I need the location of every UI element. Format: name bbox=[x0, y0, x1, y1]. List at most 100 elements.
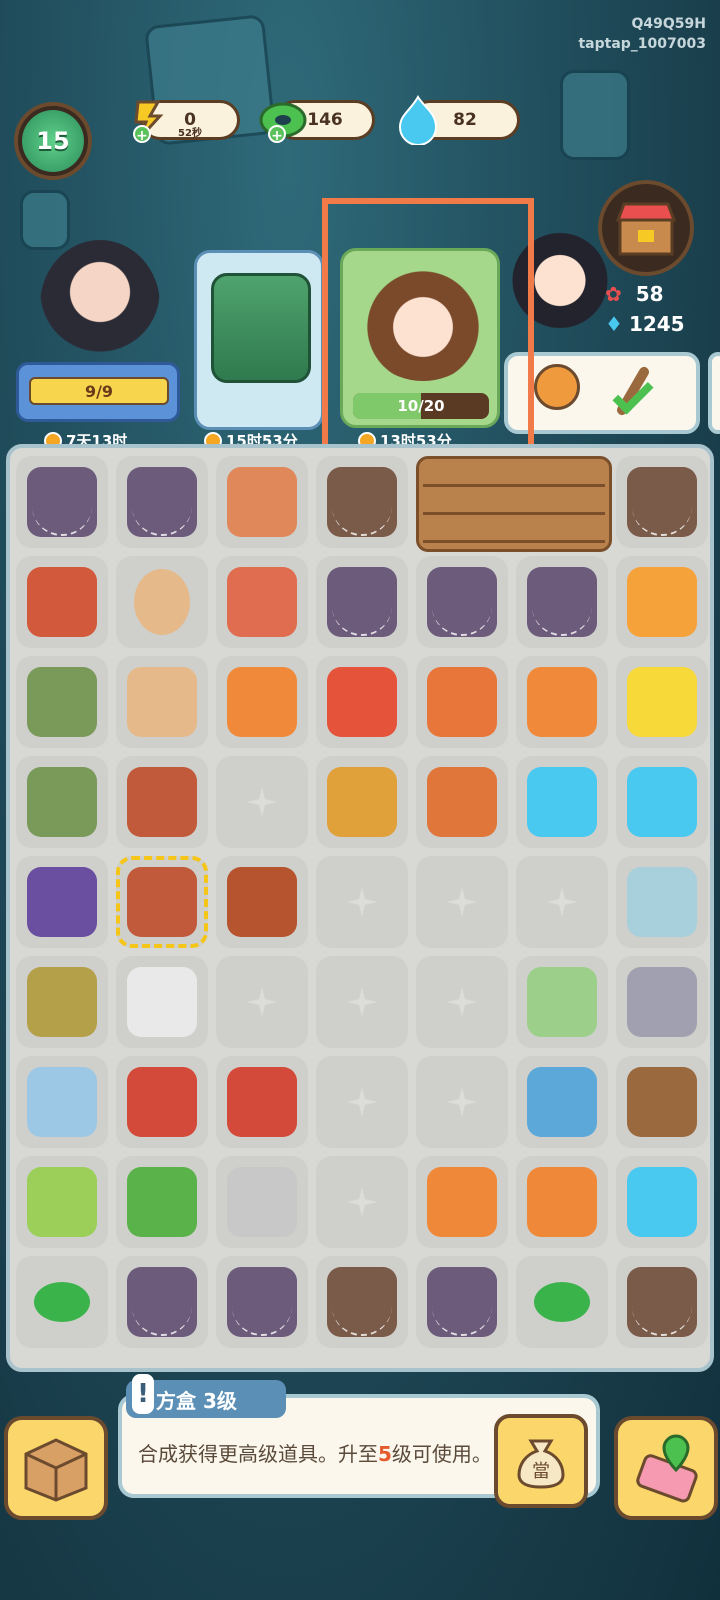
cabinet-icon bbox=[27, 967, 97, 1037]
empty-cell[interactable] bbox=[416, 956, 508, 1048]
board-cell[interactable] bbox=[616, 756, 708, 848]
money-bag-icon bbox=[527, 1167, 597, 1237]
order-card-partial[interactable] bbox=[708, 352, 720, 434]
whisk-icon bbox=[27, 1167, 97, 1237]
board-cell[interactable] bbox=[516, 1156, 608, 1248]
board-cell[interactable] bbox=[16, 956, 108, 1048]
coin-counter[interactable]: + 146 bbox=[259, 100, 375, 144]
box-selected-icon bbox=[127, 867, 197, 937]
shop-roses: ✿ 58 bbox=[605, 282, 664, 306]
watermark-line2: taptap_1007003 bbox=[578, 36, 706, 52]
board-cell[interactable] bbox=[616, 656, 708, 748]
board-cell[interactable] bbox=[316, 756, 408, 848]
board-cell[interactable] bbox=[16, 1256, 108, 1348]
empty-cell[interactable] bbox=[316, 856, 408, 948]
coin-icon bbox=[534, 1282, 590, 1322]
board-cell[interactable] bbox=[116, 456, 208, 548]
sell-button[interactable]: 當 bbox=[494, 1414, 588, 1508]
board-cell[interactable] bbox=[616, 956, 708, 1048]
board-cell[interactable] bbox=[516, 556, 608, 648]
board-cell[interactable] bbox=[216, 1156, 308, 1248]
bamboo-icon bbox=[127, 1167, 197, 1237]
board-cell[interactable] bbox=[216, 1056, 308, 1148]
board-cell[interactable] bbox=[516, 756, 608, 848]
energy-counter[interactable]: + 0 52秒 bbox=[133, 100, 240, 144]
treasure-cauldron-icon bbox=[211, 273, 311, 383]
empty-cell[interactable] bbox=[316, 1056, 408, 1148]
board-cell[interactable] bbox=[116, 556, 208, 648]
board-cell[interactable] bbox=[416, 756, 508, 848]
flame-icon bbox=[527, 767, 597, 837]
board-cell[interactable] bbox=[116, 1156, 208, 1248]
empty-cell[interactable] bbox=[416, 1056, 508, 1148]
board-cell[interactable] bbox=[616, 1056, 708, 1148]
board-cell[interactable] bbox=[16, 456, 108, 548]
seedling-pot-icon bbox=[227, 467, 297, 537]
coin-value: 146 bbox=[307, 110, 343, 130]
flame-value: 82 bbox=[453, 110, 477, 130]
board-cell[interactable] bbox=[16, 1056, 108, 1148]
item-info-description: 合成获得更高级道具。升至5级可使用。 bbox=[138, 1442, 492, 1466]
board-cell[interactable] bbox=[116, 956, 208, 1048]
board-cell[interactable] bbox=[16, 1156, 108, 1248]
empty-cell[interactable] bbox=[316, 956, 408, 1048]
add-energy-button[interactable]: + bbox=[133, 125, 151, 144]
flame-counter[interactable]: 82 bbox=[398, 95, 520, 145]
board-cell[interactable] bbox=[616, 856, 708, 948]
board-cell[interactable] bbox=[416, 1256, 508, 1348]
empty-cell[interactable] bbox=[516, 856, 608, 948]
board-cell[interactable] bbox=[316, 456, 408, 548]
player-level-badge[interactable]: 15 bbox=[14, 102, 92, 180]
board-cell[interactable] bbox=[16, 556, 108, 648]
board-cell[interactable] bbox=[216, 856, 308, 948]
board-cell[interactable] bbox=[16, 856, 108, 948]
character-card-2[interactable] bbox=[194, 250, 324, 430]
board-cell[interactable] bbox=[116, 1256, 208, 1348]
character-card-1[interactable]: 9/9 bbox=[10, 230, 180, 430]
shop-button[interactable] bbox=[598, 180, 694, 276]
board-cell[interactable] bbox=[316, 656, 408, 748]
board-cell[interactable] bbox=[116, 856, 208, 948]
board-cell[interactable] bbox=[516, 1056, 608, 1148]
board-cell[interactable] bbox=[416, 656, 508, 748]
bowl-icon bbox=[627, 867, 697, 937]
rock-decoration bbox=[560, 70, 630, 160]
board-cell[interactable] bbox=[516, 656, 608, 748]
board-cell[interactable] bbox=[116, 756, 208, 848]
board-cell[interactable] bbox=[16, 756, 108, 848]
board-cell[interactable] bbox=[616, 456, 708, 548]
board-cell[interactable] bbox=[616, 1156, 708, 1248]
money-bag-icon bbox=[427, 1167, 497, 1237]
wooden-crate-locked[interactable] bbox=[416, 456, 612, 552]
empty-cell[interactable] bbox=[216, 756, 308, 848]
money-bag-icon: 當 bbox=[517, 1439, 565, 1489]
board-cell[interactable] bbox=[616, 556, 708, 648]
empty-cell[interactable] bbox=[316, 1156, 408, 1248]
board-cell[interactable] bbox=[216, 656, 308, 748]
teaset-icon bbox=[27, 1067, 97, 1137]
add-coin-button[interactable]: + bbox=[268, 125, 286, 144]
board-cell[interactable] bbox=[116, 656, 208, 748]
board-cell[interactable] bbox=[516, 1256, 608, 1348]
watermark: Q49Q59H taptap_1007003 bbox=[578, 14, 706, 54]
board-cell[interactable] bbox=[416, 556, 508, 648]
empty-cell[interactable] bbox=[216, 956, 308, 1048]
board-cell[interactable] bbox=[16, 656, 108, 748]
board-cell[interactable] bbox=[216, 1256, 308, 1348]
egg-tray-icon bbox=[127, 667, 197, 737]
energy-timer: 52秒 bbox=[178, 128, 202, 139]
inventory-box-button[interactable] bbox=[4, 1416, 108, 1520]
flower-cart-icon bbox=[627, 567, 697, 637]
board-cell[interactable] bbox=[616, 1256, 708, 1348]
board-cell[interactable] bbox=[316, 556, 408, 648]
map-button[interactable] bbox=[614, 1416, 718, 1520]
board-cell[interactable] bbox=[316, 1256, 408, 1348]
board-cell[interactable] bbox=[416, 1156, 508, 1248]
basket-icon bbox=[227, 567, 297, 637]
board-cell[interactable] bbox=[216, 456, 308, 548]
empty-cell[interactable] bbox=[416, 856, 508, 948]
board-cell[interactable] bbox=[116, 1056, 208, 1148]
board-cell[interactable] bbox=[216, 556, 308, 648]
blue-flame-icon: ♦ bbox=[605, 312, 623, 336]
board-cell[interactable] bbox=[516, 956, 608, 1048]
